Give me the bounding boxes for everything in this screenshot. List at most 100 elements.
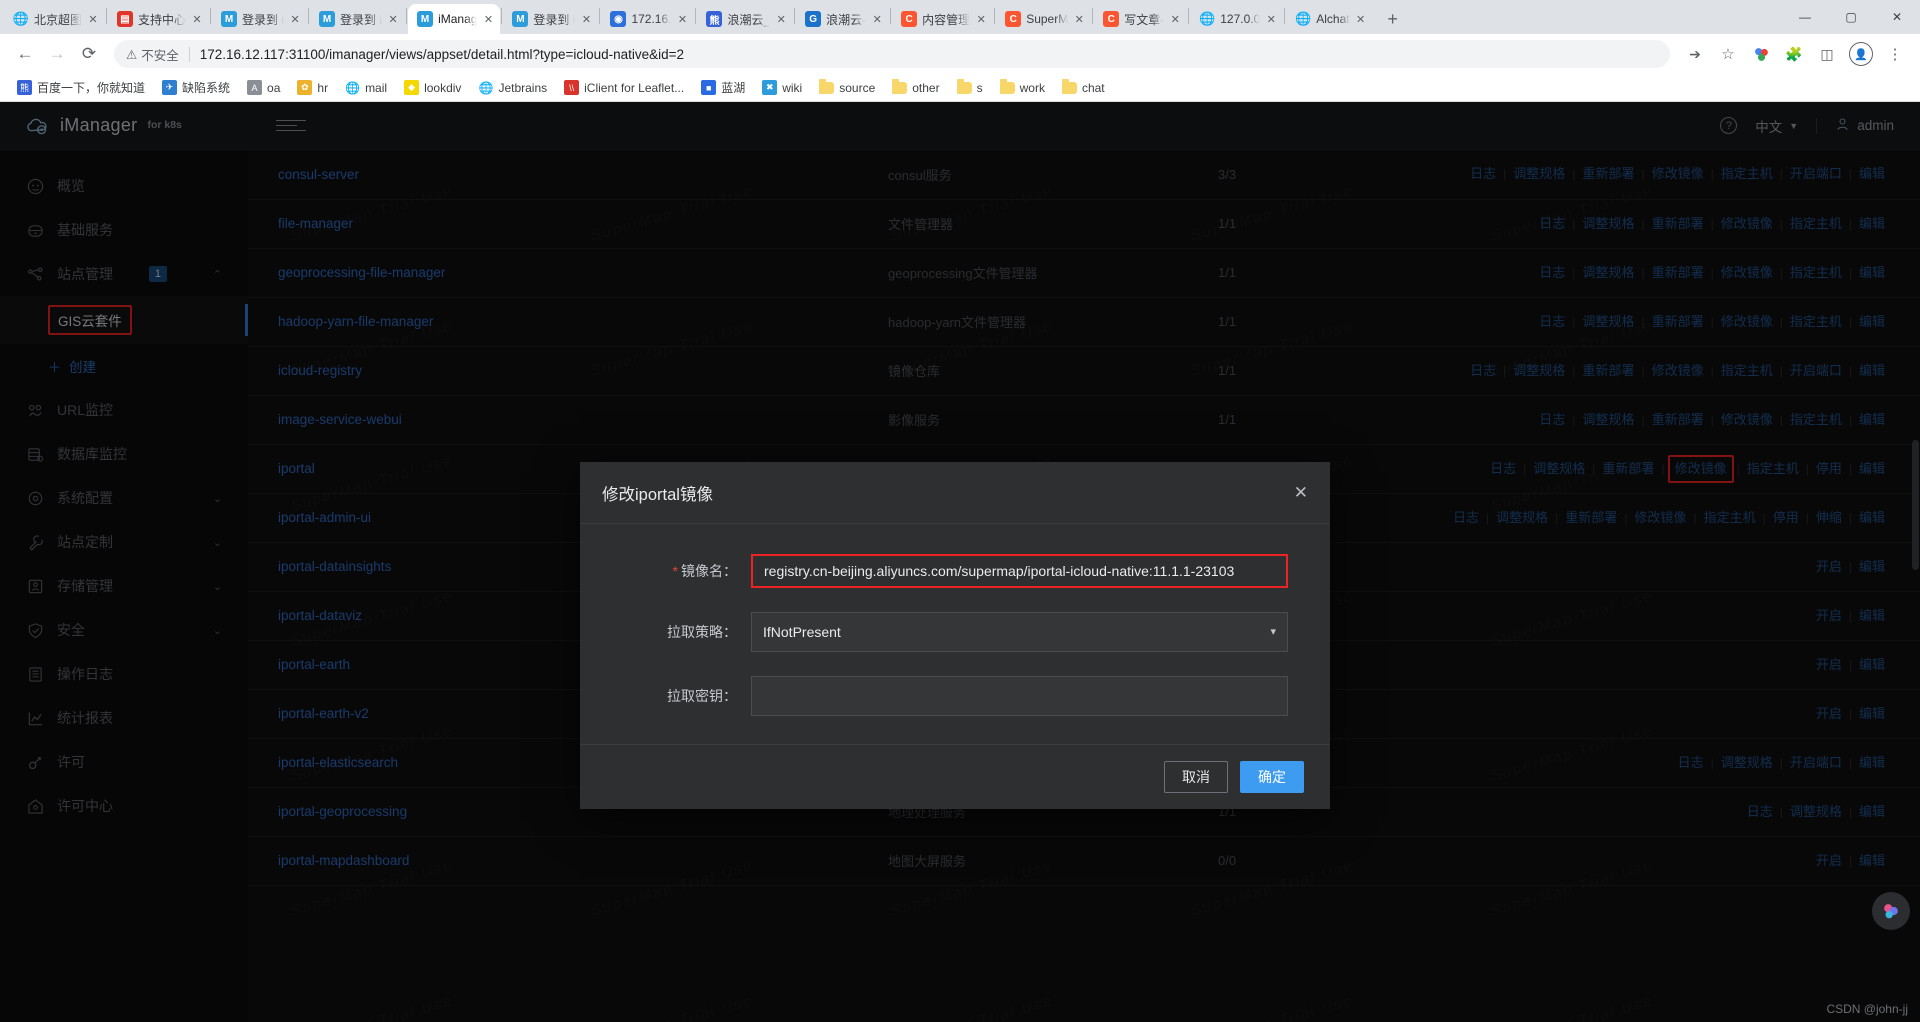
form-row-pull-secret: 拉取密钥： bbox=[606, 676, 1304, 716]
globe-icon: 🌐 bbox=[13, 11, 29, 26]
bookmark-item[interactable]: Aoa bbox=[240, 77, 287, 98]
bookmark-item[interactable]: other bbox=[885, 78, 946, 98]
tab-close-icon[interactable]: ✕ bbox=[1265, 13, 1277, 26]
tab-close-icon[interactable]: ✕ bbox=[289, 13, 301, 26]
new-tab-button[interactable]: + bbox=[1379, 5, 1407, 33]
bookmark-item[interactable]: source bbox=[812, 78, 882, 98]
confirm-button[interactable]: 确定 bbox=[1240, 761, 1304, 793]
browser-tab[interactable]: 🌐 Alchat ✕ bbox=[1286, 4, 1372, 34]
browser-tab[interactable]: 🌐 北京超图 ✕ bbox=[4, 4, 105, 34]
csdn-icon: C bbox=[1005, 11, 1022, 27]
tab-close-icon[interactable]: ✕ bbox=[387, 13, 399, 26]
bookmark-item[interactable]: \\ iClient for Leaflet... bbox=[557, 77, 691, 98]
imanager-icon: M bbox=[417, 11, 434, 27]
browser-tab[interactable]: MiManag ✕ bbox=[408, 4, 501, 34]
tab-divider bbox=[406, 8, 408, 24]
forward-icon[interactable]: → bbox=[42, 39, 72, 69]
tab-close-icon[interactable]: ✕ bbox=[975, 13, 987, 26]
back-icon[interactable]: ← bbox=[10, 39, 40, 69]
bookmark-item[interactable]: 熊百度一下，你就知道 bbox=[10, 76, 152, 99]
share-icon[interactable]: ➔ bbox=[1680, 39, 1710, 69]
puzzle-colored-icon[interactable] bbox=[1746, 39, 1776, 69]
bookmark-item[interactable]: s bbox=[950, 78, 990, 98]
profile-icon[interactable]: 👤 bbox=[1849, 42, 1873, 66]
browser-tab[interactable]: C 写文章- ✕ bbox=[1094, 4, 1187, 34]
tab-close-icon[interactable]: ✕ bbox=[191, 13, 203, 26]
form-row-image-name: * 镜像名： bbox=[606, 554, 1304, 588]
folder-icon bbox=[999, 78, 1015, 94]
bookmark-item[interactable]: ◆ lookdiv bbox=[397, 77, 468, 98]
bookmark-item[interactable]: ✈ 缺陷系统 bbox=[155, 76, 237, 99]
pull-secret-label: 拉取密钥： bbox=[667, 688, 737, 704]
dialog-header: 修改iportal镜像 ✕ bbox=[580, 462, 1330, 524]
assistant-icon[interactable] bbox=[1872, 892, 1910, 930]
tab-close-icon[interactable]: ✕ bbox=[482, 13, 494, 26]
side-panel-icon[interactable]: ◫ bbox=[1812, 39, 1842, 69]
tab-close-icon[interactable]: ✕ bbox=[1073, 13, 1085, 26]
tab-close-icon[interactable]: ✕ bbox=[580, 13, 592, 26]
browser-tab[interactable]: ◉ 172.16. ✕ bbox=[601, 4, 694, 34]
tab-label: 支持中心 bbox=[138, 12, 187, 27]
browser-tab[interactable]: C 内容管理 ✕ bbox=[892, 4, 993, 34]
pull-policy-control: IfNotPresentAlwaysNever ▾ bbox=[751, 612, 1304, 652]
maximize-button[interactable]: ▢ bbox=[1828, 0, 1874, 34]
image-name-input[interactable] bbox=[751, 554, 1288, 588]
tab-divider bbox=[794, 8, 796, 24]
tab-divider bbox=[890, 8, 892, 24]
required-asterisk: * bbox=[672, 563, 678, 579]
browser-tab[interactable]: 熊浪潮云_ ✕ bbox=[697, 4, 793, 34]
redtop-icon: ▤ bbox=[117, 11, 134, 27]
folder-icon bbox=[892, 78, 908, 94]
pin-icon: ✈ bbox=[162, 80, 178, 95]
tab-label: 登录到 i bbox=[242, 12, 285, 27]
pull-policy-select[interactable]: IfNotPresentAlwaysNever bbox=[751, 612, 1288, 652]
browser-window: 🌐 北京超图 ✕ ▤ 支持中心 ✕ M 登录到 i ✕ M 登录到 i ✕ MiManag ✕ M 登录到 i… bbox=[0, 0, 1920, 1022]
minimize-button[interactable]: — bbox=[1782, 0, 1828, 34]
tab-close-icon[interactable]: ✕ bbox=[676, 13, 688, 26]
tab-divider bbox=[210, 8, 212, 24]
bookmark-label: other bbox=[912, 80, 940, 95]
tab-label: 写文章- bbox=[1124, 12, 1165, 27]
lanhu-icon: ■ bbox=[701, 80, 717, 95]
tab-label: 北京超图 bbox=[34, 12, 83, 27]
bookmark-item[interactable]: ■ 蓝湖 bbox=[694, 76, 752, 99]
puzzle-icon[interactable]: 🧩 bbox=[1779, 39, 1809, 69]
close-icon[interactable]: ✕ bbox=[1294, 483, 1308, 503]
address-bar[interactable]: ⚠ 不安全 172.16.12.117:31100/imanager/views… bbox=[114, 40, 1670, 68]
kebab-menu-icon[interactable]: ⋮ bbox=[1880, 39, 1910, 69]
browser-tab[interactable]: ▤ 支持中心 ✕ bbox=[108, 4, 209, 34]
pull-secret-input[interactable] bbox=[751, 676, 1288, 716]
bookmark-item[interactable]: chat bbox=[1055, 78, 1112, 98]
bookmark-item[interactable]: work bbox=[993, 78, 1052, 98]
bookmark-item[interactable]: 🌐 Jetbrains bbox=[471, 77, 554, 98]
imanager-icon: M bbox=[221, 11, 238, 27]
bookmark-label: lookdiv bbox=[424, 80, 462, 95]
cancel-button[interactable]: 取消 bbox=[1164, 761, 1228, 793]
tab-close-icon[interactable]: ✕ bbox=[1169, 13, 1181, 26]
browser-tab[interactable]: C SuperM ✕ bbox=[996, 4, 1091, 34]
browser-tab[interactable]: G 浪潮云- ✕ bbox=[796, 4, 889, 34]
browser-tab[interactable]: M 登录到 i ✕ bbox=[212, 4, 307, 34]
tab-close-icon[interactable]: ✕ bbox=[87, 13, 99, 26]
bookmark-item[interactable]: ✖ wiki bbox=[755, 77, 809, 98]
tab-close-icon[interactable]: ✕ bbox=[1355, 13, 1367, 26]
toolbar-right-actions: ➔ ☆ 🧩 ◫ 👤 ⋮ bbox=[1680, 39, 1910, 69]
close-window-button[interactable]: ✕ bbox=[1874, 0, 1920, 34]
tab-divider bbox=[1284, 8, 1286, 24]
browser-tab[interactable]: 🌐 127.0.0 ✕ bbox=[1190, 4, 1283, 34]
image-name-control bbox=[751, 554, 1304, 588]
tab-divider bbox=[1188, 8, 1190, 24]
browser-tab[interactable]: M 登录到 i ✕ bbox=[503, 4, 598, 34]
tab-divider bbox=[106, 8, 108, 24]
browser-tab[interactable]: M 登录到 i ✕ bbox=[310, 4, 405, 34]
not-secure-indicator[interactable]: ⚠ 不安全 bbox=[126, 45, 179, 64]
reload-icon[interactable]: ⟳ bbox=[74, 39, 104, 69]
imanager-icon: M bbox=[512, 11, 529, 27]
bookmark-item[interactable]: ✿ hr bbox=[290, 77, 335, 98]
tab-close-icon[interactable]: ✕ bbox=[775, 13, 787, 26]
bookmark-item[interactable]: 🌐 mail bbox=[338, 77, 394, 98]
tab-close-icon[interactable]: ✕ bbox=[871, 13, 883, 26]
star-icon[interactable]: ☆ bbox=[1713, 39, 1743, 69]
globe-icon: 🌐 bbox=[345, 80, 361, 95]
confluence-icon: ✖ bbox=[762, 80, 778, 95]
